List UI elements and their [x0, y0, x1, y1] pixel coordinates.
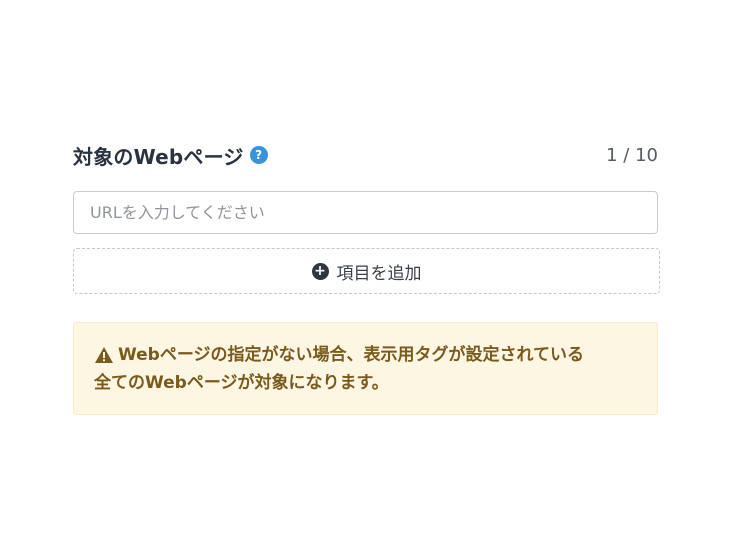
item-counter: 1 / 10 — [606, 144, 658, 166]
alert-line-2: 全てのWebページが対象になります。 — [94, 369, 637, 397]
panel-title: 対象のWebページ — [73, 144, 244, 169]
title-wrap: 対象のWebページ ? — [73, 141, 268, 170]
plus-circle-icon: + — [311, 262, 329, 280]
alert-line-1: Webページの指定がない場合、表示用タグが設定されている — [94, 341, 637, 369]
url-input[interactable] — [73, 191, 658, 234]
target-webpage-panel: 対象のWebページ ? 1 / 10 + 項目を追加 Webページの指定がない場… — [73, 140, 660, 415]
alert-text-line-1: Webページの指定がない場合、表示用タグが設定されている — [118, 345, 584, 365]
warning-triangle-icon — [95, 347, 113, 363]
warning-alert: Webページの指定がない場合、表示用タグが設定されている 全てのWebページが対… — [73, 322, 658, 415]
panel-header: 対象のWebページ ? 1 / 10 — [73, 140, 658, 170]
alert-text-line-2: 全てのWebページが対象になります。 — [94, 373, 389, 393]
add-item-label: 項目を追加 — [336, 263, 422, 284]
add-item-button[interactable]: + 項目を追加 — [73, 248, 660, 294]
question-circle-icon[interactable]: ? — [249, 146, 268, 164]
